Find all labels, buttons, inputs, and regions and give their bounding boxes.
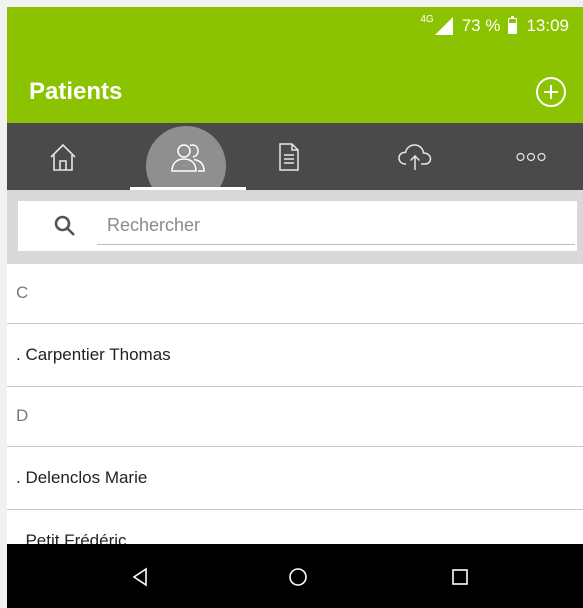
back-icon: [132, 567, 147, 587]
section-header-d: D: [7, 387, 583, 447]
recents-button[interactable]: [445, 562, 475, 592]
home-button[interactable]: [283, 562, 313, 592]
tab-cloud[interactable]: [367, 123, 463, 190]
search-box: [18, 201, 577, 251]
tab-documents[interactable]: [241, 123, 337, 190]
patient-list: C . Carpentier Thomas D . Delenclos Mari…: [7, 264, 583, 550]
add-circle-icon[interactable]: [536, 77, 566, 107]
search-input[interactable]: [97, 210, 575, 245]
back-button[interactable]: [125, 562, 155, 592]
clock: 13:09: [526, 16, 569, 35]
section-header-c: C: [7, 264, 583, 324]
system-nav-bar: [7, 544, 583, 608]
battery-icon: [508, 16, 518, 34]
tab-more[interactable]: [483, 123, 579, 190]
signal-icon: [434, 17, 453, 35]
list-item[interactable]: . Carpentier Thomas: [7, 324, 583, 387]
recents-icon: [452, 569, 468, 585]
tab-patients[interactable]: [130, 123, 246, 206]
app-bar: Patients: [7, 45, 583, 123]
status-bar: 4G 73 % 13:09: [7, 7, 583, 45]
search-bar-container: [7, 190, 583, 264]
battery-percentage: 73 %: [461, 16, 501, 35]
page-title: Patients: [29, 78, 123, 105]
network-type: 4G: [420, 13, 434, 25]
patients-icon: [171, 143, 205, 172]
tab-bar: [7, 123, 583, 206]
home-circle-icon: [289, 568, 307, 586]
more-icon: [516, 152, 546, 161]
tab-home[interactable]: [15, 123, 111, 190]
home-icon: [50, 143, 76, 171]
search-icon: [54, 215, 75, 236]
cloud-upload-icon: [398, 143, 432, 170]
phone-screen: 4G 73 % 13:09 Patients Rechercher C . Ca…: [7, 7, 583, 608]
list-item[interactable]: . Delenclos Marie: [7, 447, 583, 510]
document-icon: [279, 142, 299, 171]
